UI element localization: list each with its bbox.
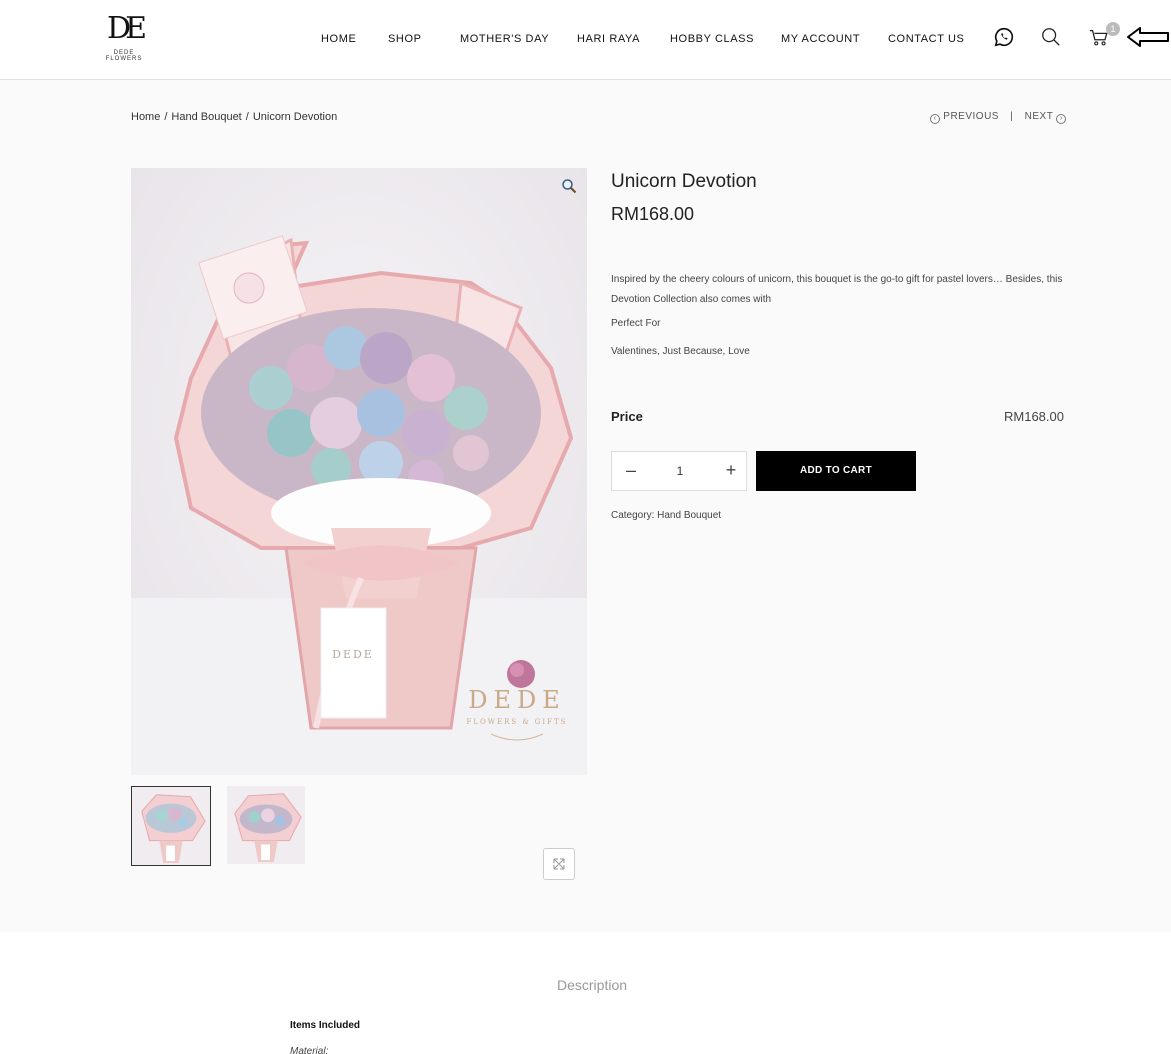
category-label: Category: bbox=[611, 510, 655, 521]
nav-divider: | bbox=[1010, 111, 1014, 122]
quantity-stepper: – 1 + bbox=[611, 451, 747, 491]
site-header: DE DEDE FLOWERS HOME SHOP MOTHER'S DAY H… bbox=[0, 0, 1171, 80]
expand-icon bbox=[553, 858, 565, 870]
next-link[interactable]: NEXT bbox=[1025, 111, 1054, 122]
quantity-decrease-button[interactable]: – bbox=[622, 461, 640, 480]
site-logo[interactable]: DE DEDE FLOWERS bbox=[98, 14, 150, 66]
product-thumbnail[interactable] bbox=[131, 786, 211, 866]
previous-link[interactable]: PREVIOUS bbox=[943, 111, 999, 122]
search-icon[interactable] bbox=[1040, 26, 1062, 48]
add-to-cart-button[interactable]: ADD TO CART bbox=[756, 451, 916, 491]
product-price: RM168.00 bbox=[611, 204, 695, 224]
logo-mark: DE bbox=[107, 11, 147, 46]
breadcrumb-separator: / bbox=[245, 111, 249, 123]
breadcrumb-home[interactable]: Home bbox=[131, 111, 160, 123]
card-label: DEDE bbox=[332, 648, 374, 661]
zoom-icon[interactable] bbox=[561, 178, 577, 194]
nav-my-account[interactable]: MY ACCOUNT bbox=[781, 33, 860, 45]
breadcrumb-category[interactable]: Hand Bouquet bbox=[171, 111, 241, 123]
product-title: Unicorn Devotion bbox=[611, 171, 757, 192]
items-included-heading: Items Included bbox=[290, 1020, 361, 1031]
nav-home[interactable]: HOME bbox=[321, 33, 356, 45]
product-navigation: ‹ PREVIOUS | NEXT › bbox=[930, 111, 1067, 124]
nav-shop[interactable]: SHOP bbox=[388, 33, 422, 45]
product-main-image[interactable]: DEDE DEDE FLOWERS & GIFTS bbox=[131, 168, 587, 775]
description-section: Description Items Included Material: bbox=[0, 932, 1171, 1054]
breadcrumb-current: Unicorn Devotion bbox=[252, 111, 338, 123]
product-category: Category: Hand Bouquet bbox=[611, 510, 721, 521]
thumbnail-image bbox=[132, 787, 210, 865]
nav-hari-raya[interactable]: HARI RAYA bbox=[577, 33, 640, 45]
image-watermark: DEDE bbox=[468, 686, 566, 714]
thumbnail-image bbox=[227, 786, 305, 864]
bouquet-illustration: DEDE DEDE FLOWERS & GIFTS bbox=[131, 168, 587, 775]
breadcrumb: Home / Hand Bouquet / Unicorn Devotion bbox=[131, 111, 337, 123]
chevron-right-icon: › bbox=[1056, 114, 1067, 124]
product-thumbnail[interactable] bbox=[227, 786, 305, 864]
perfect-for-label: Perfect For bbox=[611, 318, 661, 329]
whatsapp-icon[interactable] bbox=[993, 26, 1015, 48]
perfect-for-value: Valentines, Just Because, Love bbox=[611, 346, 750, 357]
image-watermark-sub: FLOWERS & GIFTS bbox=[467, 718, 568, 726]
tab-description[interactable]: Description bbox=[557, 977, 627, 993]
quantity-increase-button[interactable]: + bbox=[722, 461, 740, 480]
chevron-left-icon: ‹ bbox=[930, 114, 940, 124]
nav-hobby-class[interactable]: HOBBY CLASS bbox=[670, 33, 754, 45]
pointer-arrow-icon bbox=[1127, 27, 1169, 47]
nav-contact-us[interactable]: CONTACT US bbox=[888, 33, 965, 45]
price-label: Price bbox=[611, 409, 643, 424]
category-link[interactable]: Hand Bouquet bbox=[657, 510, 721, 521]
breadcrumb-separator: / bbox=[164, 111, 168, 123]
price-value: RM168.00 bbox=[1004, 409, 1064, 424]
material-label: Material: bbox=[290, 1046, 329, 1054]
cart-count-badge: 1 bbox=[1106, 22, 1120, 36]
fullscreen-button[interactable] bbox=[543, 848, 575, 880]
quantity-input[interactable]: 1 bbox=[664, 464, 696, 478]
nav-mothers-day[interactable]: MOTHER'S DAY bbox=[460, 33, 549, 45]
product-short-description: Inspired by the cheery colours of unicor… bbox=[611, 274, 1063, 305]
logo-text: DEDE FLOWERS bbox=[105, 50, 143, 62]
